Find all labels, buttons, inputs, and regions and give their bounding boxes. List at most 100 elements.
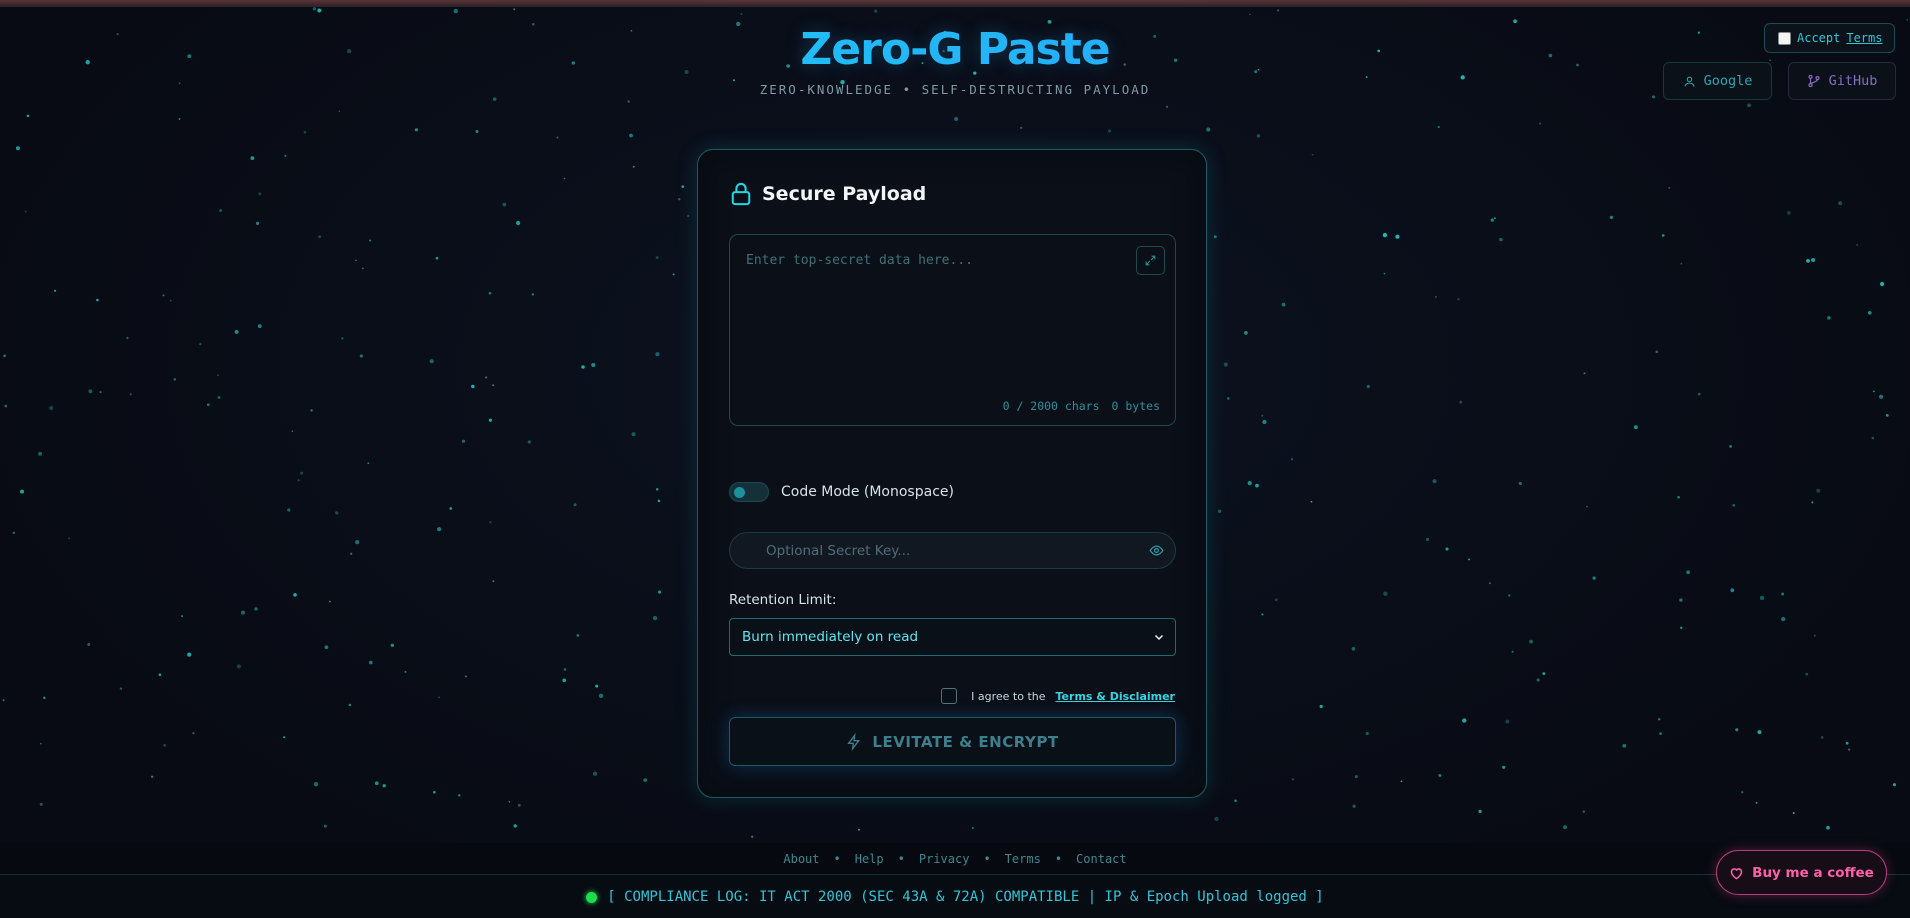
app-title: Zero-G Paste [0,24,1910,75]
footer-link-help[interactable]: Help [855,852,884,866]
agree-terms-checkbox[interactable] [941,688,958,704]
star-dot [88,389,93,394]
star-dot [1697,392,1701,396]
retention-select[interactable]: Burn immediately on read [729,618,1176,656]
star-dot [1759,595,1765,601]
star-dot [297,479,300,482]
star-dot [1563,825,1567,830]
star-dot [1425,537,1430,541]
star-dot [1741,791,1744,794]
star-dot [163,744,166,747]
footer-link-terms[interactable]: Terms [1005,852,1041,866]
accept-terms-checkbox[interactable] [1778,31,1791,45]
star-dot [150,775,154,778]
star-dot [236,664,241,669]
star-dot [1206,127,1211,132]
star-dot [437,527,442,532]
star-dot [1213,235,1217,239]
payload-counter: 0 / 2000 chars 0 bytes [1003,399,1160,413]
star-dot [4,404,8,408]
star-dot [492,97,497,101]
star-dot [257,324,262,329]
star-dot [573,503,577,507]
star-dot [369,239,372,242]
accept-terms-toggle[interactable]: Accept Terms [1764,23,1895,53]
secret-key-input[interactable] [730,533,1130,568]
star-dot [1806,259,1810,263]
star-dot [2,699,5,702]
star-dot [300,471,304,475]
eye-icon[interactable] [1149,543,1164,558]
star-dot [217,396,221,399]
levitate-encrypt-button[interactable]: LEVITATE & ENCRYPT [729,717,1176,766]
payload-placeholder: Enter top-secret data here... [746,253,973,268]
github-login-button[interactable]: GitHub [1788,62,1896,100]
star-dot [1502,765,1506,769]
star-dot [1262,419,1267,425]
star-dot [657,499,661,503]
secret-key-field[interactable] [729,532,1176,569]
terms-link[interactable]: Terms [1846,31,1882,45]
star-dot [287,508,291,512]
star-dot [857,828,861,831]
star-dot [1437,125,1440,129]
google-login-button[interactable]: Google [1663,62,1772,100]
star-dot [1732,503,1736,507]
star-dot [492,580,495,583]
star-dot [1792,812,1795,814]
star-dot [283,736,286,739]
star-dot [687,214,690,218]
star-dot [390,643,395,648]
star-dot [367,462,370,465]
star-dot [1582,810,1585,813]
star-dot [39,802,43,806]
star-dot [1468,558,1470,561]
star-dot [433,790,436,794]
star-dot [471,384,475,389]
star-dot [382,784,386,788]
terms-disclaimer-link[interactable]: Terms & Disclaimer [1056,690,1175,703]
star-dot [1108,129,1111,133]
payload-editor[interactable]: Enter top-secret data here... 0 / 2000 c… [729,234,1176,426]
star-dot [516,220,521,226]
footer-link-about[interactable]: About [783,852,819,866]
star-dot [1354,775,1358,779]
buy-coffee-button[interactable]: Buy me a coffee [1716,850,1887,895]
google-login-label: Google [1703,73,1753,89]
star-dot [1311,153,1314,156]
star-dot [1513,19,1517,24]
star-dot [1511,650,1514,653]
expand-editor-button[interactable] [1136,246,1165,275]
star-dot [954,116,959,122]
star-dot [12,531,15,535]
star-dot [1781,592,1785,596]
star-dot [312,7,317,11]
star-dot [1781,616,1786,622]
star-dot [178,118,181,120]
star-dot [1655,350,1659,354]
code-mode-toggle[interactable] [729,482,769,502]
footer-link-privacy[interactable]: Privacy [919,852,970,866]
card-title: Secure Payload [762,183,927,205]
star-dot [1217,509,1222,514]
footer-link-contact[interactable]: Contact [1076,852,1127,866]
star-dot [1460,75,1465,80]
star-dot [475,130,479,133]
star-dot [1400,780,1403,783]
star-dot [1319,704,1323,709]
star-dot [1478,809,1482,814]
star-dot [1659,732,1662,735]
star-dot [1786,211,1791,215]
star-dot [1583,372,1586,375]
star-dot [1816,488,1821,493]
star-dot [1223,362,1228,367]
star-dot [632,165,635,168]
star-dot [1811,257,1816,263]
star-dot [1755,801,1758,804]
star-dot [1438,773,1442,777]
star-dot [1499,237,1503,242]
star-dot [87,643,91,646]
star-dot [681,185,685,188]
star-dot [576,634,580,637]
star-dot [1445,547,1449,551]
